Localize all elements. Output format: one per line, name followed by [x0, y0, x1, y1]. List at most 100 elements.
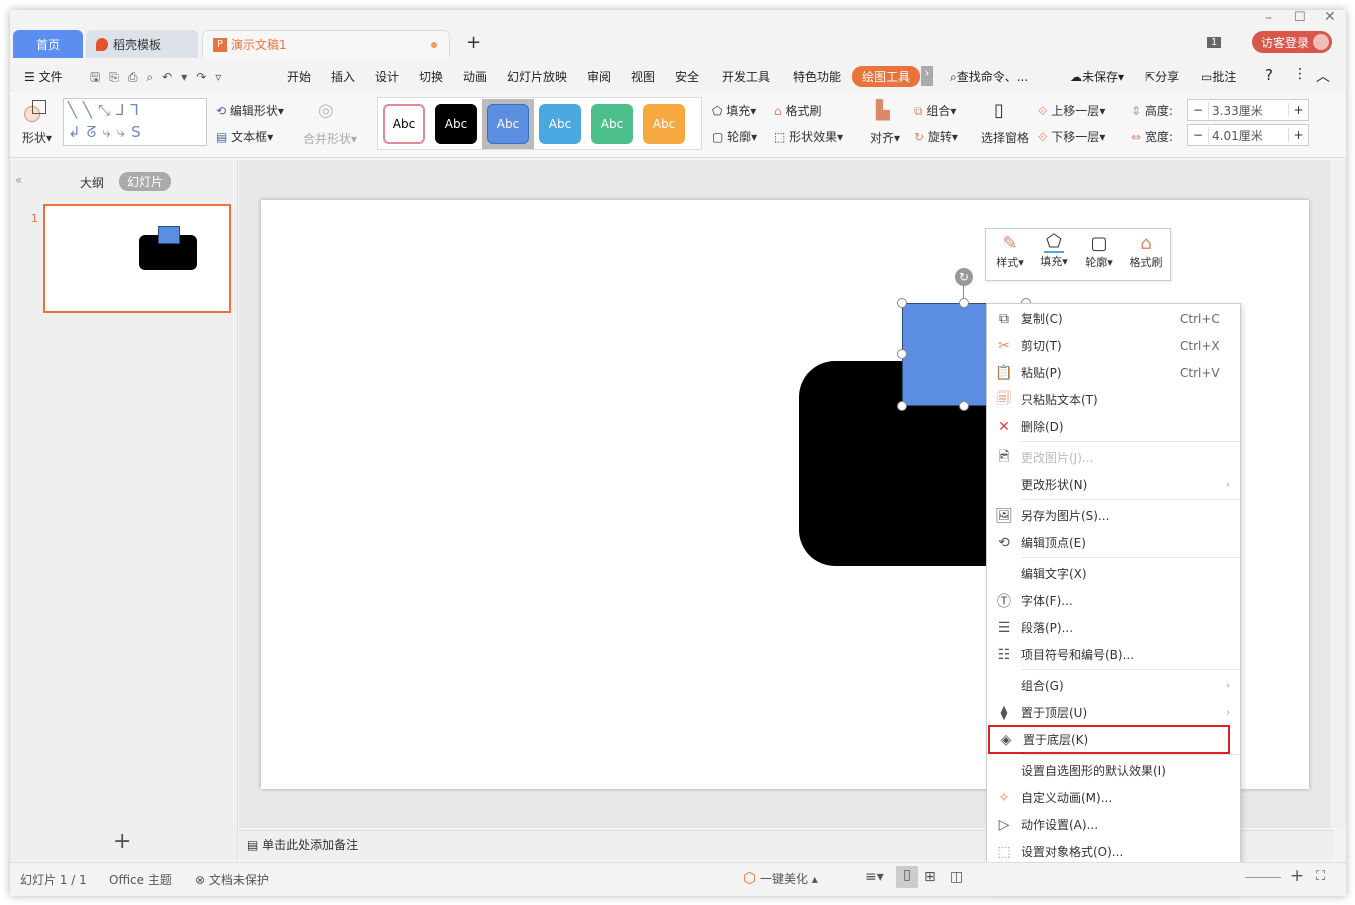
- height-increase[interactable]: +: [1288, 103, 1308, 117]
- height-decrease[interactable]: −: [1188, 103, 1208, 117]
- tab-drawing-tools[interactable]: 绘图工具: [852, 66, 921, 87]
- context-menu-item[interactable]: 组合(G) ›: [987, 672, 1240, 699]
- merge-shape-button[interactable]: 合并形状▾: [303, 130, 357, 147]
- textbox-button[interactable]: ▤ 文本框▾: [216, 128, 273, 145]
- context-menu-item[interactable]: 🖻 更改图片(J)...: [987, 444, 1240, 471]
- context-menu-item[interactable]: 📋 粘贴(P) Ctrl+V: [987, 359, 1240, 386]
- style-preset-5[interactable]: Abc: [591, 104, 633, 144]
- tab-template[interactable]: 稻壳模板: [86, 30, 198, 58]
- tab-features[interactable]: 特色功能: [793, 68, 841, 85]
- context-menu-item[interactable]: 设置自选图形的默认效果(I): [987, 757, 1240, 784]
- rotate-button[interactable]: ↻ 旋转▾: [914, 128, 958, 145]
- mini-style-button[interactable]: ✎ 样式▾: [990, 233, 1030, 270]
- tab-slides[interactable]: 幻灯片: [119, 172, 172, 191]
- context-menu-item[interactable]: ✂ 剪切(T) Ctrl+X: [987, 332, 1240, 359]
- context-menu-item[interactable]: ⬚ 设置对象格式(O)...: [987, 838, 1240, 865]
- context-menu-item[interactable]: ✕ 删除(D): [987, 413, 1240, 440]
- line-shape-gallery[interactable]: ╲╲⤡⅃⅂ ↲ᘔ⤷⤷S: [63, 98, 207, 146]
- collapse-ribbon-icon[interactable]: ︿: [1316, 66, 1330, 86]
- context-menu-item[interactable]: Ⓣ 字体(F)...: [987, 587, 1240, 614]
- share-button[interactable]: ⇱分享: [1145, 68, 1179, 85]
- comment-button[interactable]: ▭批注: [1201, 68, 1236, 85]
- maximize-button[interactable]: ☐: [1294, 10, 1306, 25]
- tab-insert[interactable]: 插入: [331, 68, 355, 85]
- document-protection[interactable]: ⊗ 文档未保护: [195, 871, 269, 888]
- vertical-scrollbar[interactable]: [1333, 160, 1346, 828]
- style-preset-6[interactable]: Abc: [643, 104, 685, 144]
- style-preset-2[interactable]: Abc: [435, 104, 477, 144]
- edit-shape-button[interactable]: ⟲ 编辑形状▾: [216, 102, 284, 119]
- format-painter-button[interactable]: ⌂ 格式刷: [774, 102, 821, 119]
- rotate-handle-icon[interactable]: ↻: [955, 268, 973, 286]
- style-preset-1[interactable]: Abc: [383, 104, 425, 144]
- width-input[interactable]: 4.01厘米: [1208, 126, 1288, 144]
- more-icon[interactable]: ⋮: [1293, 66, 1307, 82]
- fill-button[interactable]: ⬠ 填充▾: [712, 102, 756, 119]
- slide-thumbnail[interactable]: [43, 204, 231, 313]
- mini-painter-button[interactable]: ⌂ 格式刷: [1125, 233, 1167, 270]
- context-menu-item[interactable]: ✧ 自定义动画(M)...: [987, 784, 1240, 811]
- add-slide-button[interactable]: +: [113, 829, 131, 854]
- resize-handle[interactable]: [959, 298, 969, 308]
- tab-design[interactable]: 设计: [375, 68, 399, 85]
- context-menu-item[interactable]: ☰ 段落(P)...: [987, 614, 1240, 641]
- mini-outline-button[interactable]: ▢ 轮廓▾: [1079, 233, 1119, 270]
- select-pane-button[interactable]: 选择窗格: [981, 129, 1029, 146]
- align-button[interactable]: 对齐▾: [870, 129, 900, 146]
- style-preset-3[interactable]: Abc: [487, 104, 529, 144]
- context-menu-item[interactable]: ⟲ 编辑顶点(E): [987, 529, 1240, 556]
- shape-effect-button[interactable]: ⬚ 形状效果▾: [774, 128, 843, 145]
- resize-handle[interactable]: [897, 298, 907, 308]
- tab-home[interactable]: 首页: [13, 30, 83, 58]
- tab-animation[interactable]: 动画: [463, 68, 487, 85]
- notes-placeholder[interactable]: ▤ 单击此处添加备注: [247, 836, 358, 853]
- context-menu-item[interactable]: ⧉ 复制(C) Ctrl+C: [987, 305, 1240, 332]
- search-command[interactable]: ⌕查找命令、...: [950, 68, 1028, 85]
- context-menu-item[interactable]: ☷ 项目符号和编号(B)...: [987, 641, 1240, 668]
- context-menu-item[interactable]: ⧫ 置于顶层(U) ›: [987, 699, 1240, 726]
- resize-handle[interactable]: [897, 349, 907, 359]
- tab-security[interactable]: 安全: [675, 68, 699, 85]
- resize-handle[interactable]: [959, 401, 969, 411]
- fit-window-icon[interactable]: ⛶: [1316, 869, 1325, 884]
- context-menu-item[interactable]: 更改形状(N) ›: [987, 471, 1240, 498]
- file-menu[interactable]: ☰ 文件: [24, 68, 63, 85]
- width-increase[interactable]: +: [1288, 128, 1308, 142]
- help-button[interactable]: ?: [1265, 66, 1273, 84]
- window-count-badge[interactable]: 1: [1207, 37, 1222, 48]
- tab-review[interactable]: 审阅: [587, 68, 611, 85]
- beautify-button[interactable]: ⬡ 一键美化 ▴: [743, 869, 818, 887]
- style-preset-4[interactable]: Abc: [539, 104, 581, 144]
- mini-fill-button[interactable]: ⬠ 填充▾: [1034, 233, 1074, 269]
- context-menu-item[interactable]: 🗐 只粘贴文本(T): [987, 386, 1240, 413]
- tab-view[interactable]: 视图: [631, 68, 655, 85]
- height-input[interactable]: 3.33厘米: [1208, 101, 1288, 119]
- guest-login-button[interactable]: 访客登录: [1252, 31, 1332, 53]
- context-menu-item[interactable]: ◈ 置于底层(K): [988, 725, 1230, 754]
- close-button[interactable]: ✕: [1324, 9, 1336, 25]
- bring-forward-button[interactable]: ⟐ 上移一层▾: [1038, 102, 1105, 119]
- tab-developer[interactable]: 开发工具: [722, 68, 770, 85]
- quick-access-icons[interactable]: 🖫⎘⎙⌕↶▾↷▿: [90, 68, 230, 89]
- notes-toggle-icon[interactable]: ≡▾: [865, 869, 884, 885]
- context-menu-item[interactable]: 🖼 另存为图片(S)...: [987, 502, 1240, 529]
- collapse-panel-icon[interactable]: «: [15, 173, 22, 187]
- height-stepper[interactable]: −3.33厘米 +: [1187, 99, 1309, 121]
- zoom-slider[interactable]: [1245, 877, 1281, 878]
- more-tabs-button[interactable]: ›: [921, 66, 933, 86]
- width-stepper[interactable]: −4.01厘米 +: [1187, 124, 1309, 146]
- new-tab-button[interactable]: +: [466, 32, 481, 53]
- resize-handle[interactable]: [897, 401, 907, 411]
- tab-outline[interactable]: 大纲: [80, 174, 104, 191]
- context-menu-item[interactable]: ▷ 动作设置(A)...: [987, 811, 1240, 838]
- tab-slideshow[interactable]: 幻灯片放映: [507, 68, 567, 85]
- normal-view-icon[interactable]: ▯: [896, 866, 918, 888]
- tab-start[interactable]: 开始: [287, 68, 311, 85]
- group-button[interactable]: ⧉ 组合▾: [914, 102, 956, 119]
- shape-button[interactable]: 形状▾: [22, 129, 52, 146]
- outline-button[interactable]: ▢ 轮廓▾: [712, 128, 757, 145]
- theme-name[interactable]: Office 主题: [109, 871, 172, 888]
- tab-transition[interactable]: 切换: [419, 68, 443, 85]
- unsaved-button[interactable]: ☁未保存▾: [1070, 68, 1124, 85]
- sorter-view-icon[interactable]: ⊞: [924, 869, 936, 885]
